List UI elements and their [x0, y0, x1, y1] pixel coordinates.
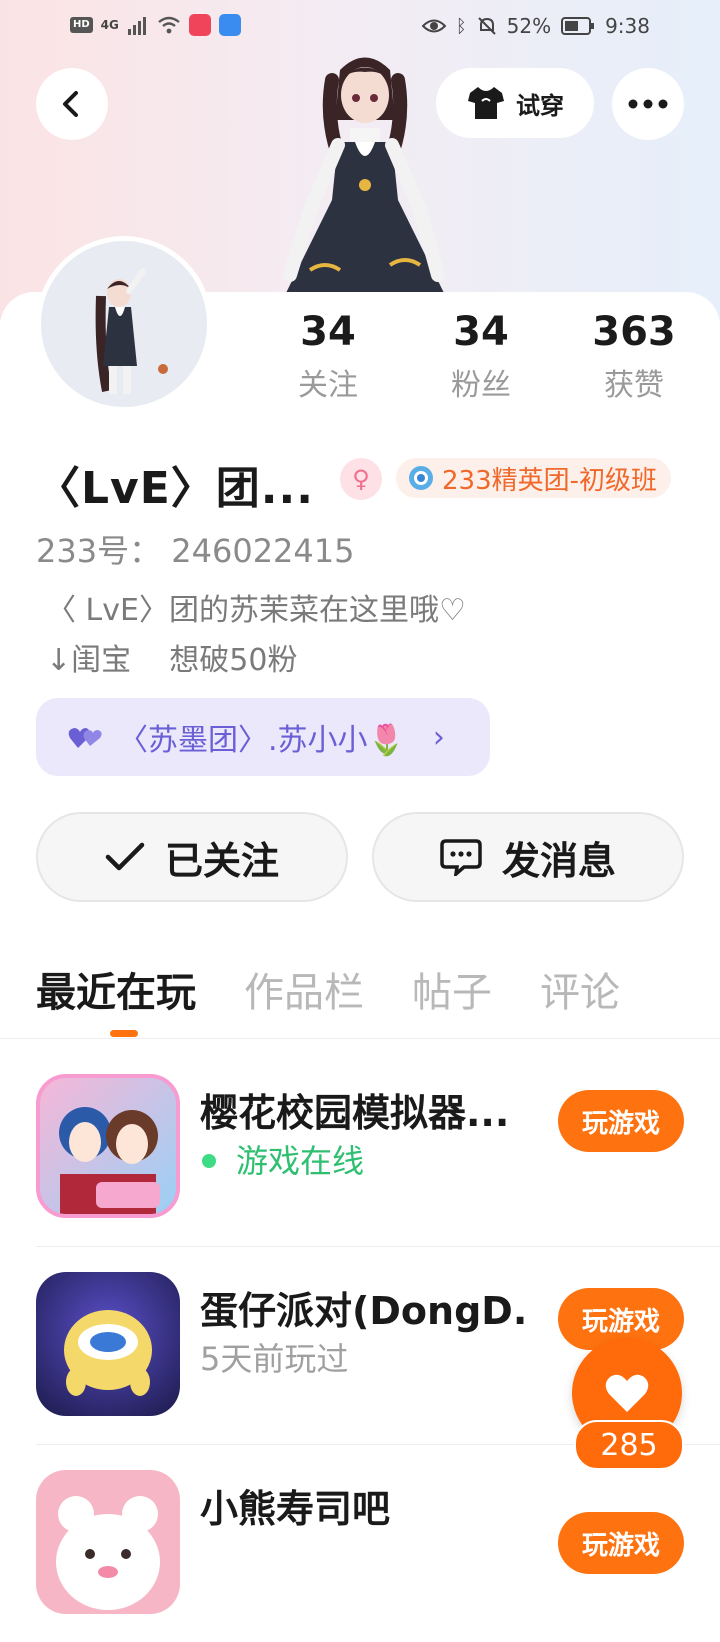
tab-comments[interactable]: 评论 [540, 960, 620, 1018]
game-title: 蛋仔派对(DongD... [200, 1289, 530, 1333]
chevron-left-icon [63, 91, 78, 117]
profile-avatar[interactable] [36, 236, 212, 412]
network-type: 4G [100, 18, 119, 32]
game-title: 樱花校园模拟器... [200, 1091, 510, 1135]
app-notification-icon-2 [218, 14, 241, 36]
game-icon-sakura [36, 1074, 180, 1218]
username: 〈LvE〉团... [36, 463, 314, 514]
chevron-right-icon: › [432, 719, 445, 755]
following-label: 关注 [298, 368, 358, 403]
heart-icon [605, 1374, 649, 1412]
following-button[interactable]: 已关注 [36, 812, 348, 902]
try-on-label: 试穿 [516, 91, 564, 120]
tab-works[interactable]: 作品栏 [244, 960, 364, 1018]
following-stat[interactable]: 34 关注 [258, 306, 398, 404]
club-badge-label: 233精英团-初级班 [442, 465, 658, 496]
medal-icon [409, 466, 433, 490]
message-button[interactable]: 发消息 [372, 812, 684, 902]
play-game-button[interactable]: 玩游戏 [558, 1512, 684, 1574]
likes-stat[interactable]: 363 获赞 [564, 306, 704, 404]
likes-count: 363 [592, 309, 676, 355]
tab-recently-played[interactable]: 最近在玩 [36, 960, 196, 1018]
active-tab-indicator [110, 1030, 138, 1037]
wifi-icon [158, 16, 180, 34]
game-icon-eggy-party [36, 1272, 180, 1416]
following-count: 34 [300, 309, 356, 355]
tab-posts[interactable]: 帖子 [412, 960, 492, 1018]
avatar-3d-figure[interactable] [270, 50, 460, 295]
tab-divider [0, 1038, 720, 1039]
online-dot-icon [202, 1154, 216, 1168]
profile-bio: 〈 LvE〉团的苏茉菜在这里哦♡ ↓闺宝 想破50粉 [46, 593, 466, 678]
double-heart-icon [68, 728, 102, 748]
following-button-label: 已关注 [164, 838, 279, 883]
female-gender-icon: ♀ [340, 458, 382, 500]
avatar-figure-image [41, 241, 207, 407]
game-list-item[interactable]: 小熊寿司吧 玩游戏 [0, 1444, 720, 1642]
play-game-button[interactable]: 玩游戏 [558, 1090, 684, 1152]
game-status: 游戏在线 [200, 1136, 364, 1182]
hd-indicator: HD [70, 17, 93, 33]
status-bar: HD 4G ᛒ 52% 9:38 [0, 0, 720, 56]
battery-icon [561, 17, 595, 35]
clock: 9:38 [605, 14, 650, 38]
app-notification-icon [188, 14, 211, 36]
best-friend-link[interactable]: 〈苏墨团〉.苏小小🌷 › [36, 698, 490, 776]
more-horizontal-icon [628, 99, 668, 109]
message-button-label: 发消息 [501, 838, 616, 883]
more-button[interactable] [612, 68, 684, 140]
club-badge[interactable]: 233精英团-初级班 [396, 458, 672, 498]
followers-count: 34 [453, 309, 509, 355]
likes-label: 获赞 [604, 368, 664, 403]
user-id[interactable]: 233号： 246022415 [36, 526, 355, 572]
mute-bell-icon [477, 17, 496, 35]
game-last-played: 5天前玩过 [200, 1340, 349, 1378]
chat-bubble-icon [440, 839, 482, 876]
checkmark-icon [105, 842, 145, 871]
game-icon-bear-sushi [36, 1470, 180, 1614]
like-count-badge: 285 [574, 1420, 684, 1470]
shirt-icon [468, 87, 504, 119]
followers-stat[interactable]: 34 粉丝 [411, 306, 551, 404]
game-list-item[interactable]: 樱花校园模拟器... 游戏在线 玩游戏 [0, 1048, 720, 1246]
game-status-text: 游戏在线 [236, 1142, 365, 1180]
battery-percent: 52% [506, 14, 552, 38]
eye-icon [421, 19, 446, 33]
signal-icon [127, 17, 146, 35]
back-button[interactable] [36, 68, 108, 140]
best-friend-name: 〈苏墨团〉.苏小小🌷 [118, 723, 405, 758]
game-title: 小熊寿司吧 [200, 1487, 391, 1531]
try-on-button[interactable]: 试穿 [436, 68, 594, 138]
followers-label: 粉丝 [451, 368, 511, 403]
bluetooth-icon: ᛒ [455, 15, 467, 37]
profile-tabs: 最近在玩 作品栏 帖子 评论 [36, 960, 668, 1018]
